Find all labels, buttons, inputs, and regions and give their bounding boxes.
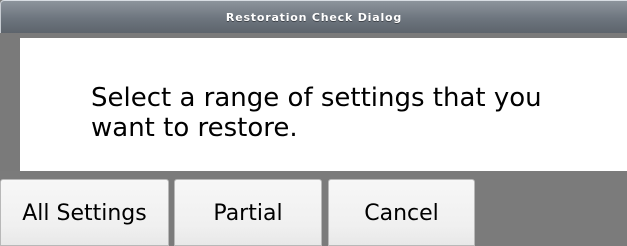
all-settings-button[interactable]: All Settings xyxy=(0,179,169,246)
message-panel: Select a range of settings that you want… xyxy=(0,38,627,171)
partial-button[interactable]: Partial xyxy=(174,179,322,246)
left-border xyxy=(0,38,20,171)
dialog-message: Select a range of settings that you want… xyxy=(91,83,542,143)
cancel-button[interactable]: Cancel xyxy=(328,179,475,246)
dialog-title: Restoration Check Dialog xyxy=(0,0,627,33)
restoration-check-dialog: Restoration Check Dialog Select a range … xyxy=(0,0,627,246)
button-row: All Settings Partial Cancel xyxy=(0,171,627,246)
message-box: Select a range of settings that you want… xyxy=(20,38,627,171)
